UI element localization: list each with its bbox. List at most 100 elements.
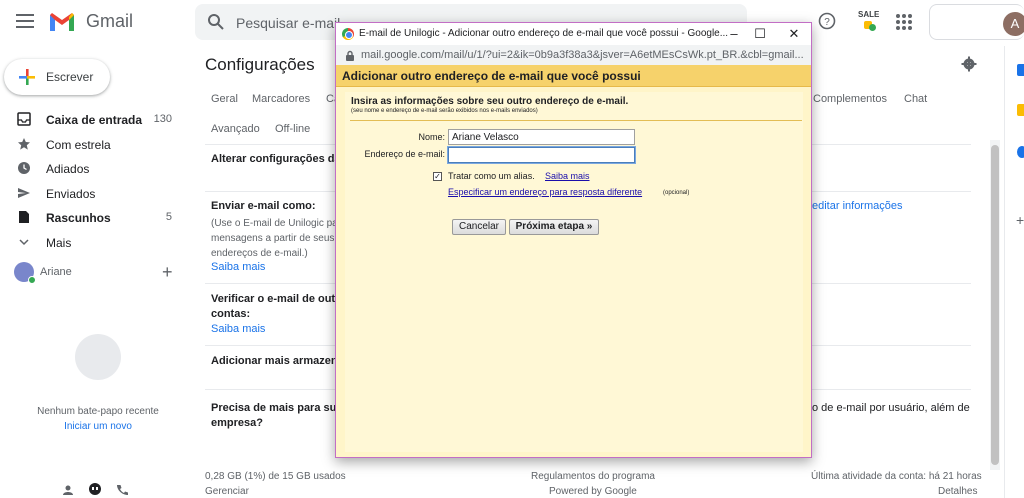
alias-label: Tratar como um alias. xyxy=(448,171,535,181)
sale-badge-text: SALE xyxy=(858,10,880,19)
sidebar-item-drafts[interactable]: Rascunhos 5 xyxy=(0,206,190,230)
popup-body: Adicionar outro endereço de e-mail que v… xyxy=(336,65,811,457)
learn-more-link[interactable]: Saiba mais xyxy=(211,261,265,273)
phone-icon[interactable] xyxy=(116,484,128,496)
chrome-icon xyxy=(342,28,354,40)
storage-usage: 0,28 GB (1%) de 15 GB usados xyxy=(205,471,346,482)
tab-labels[interactable]: Marcadores xyxy=(252,93,310,105)
app-name: Gmail xyxy=(86,11,134,31)
apps-grid-icon[interactable] xyxy=(896,14,912,30)
add-email-form: Insira as informações sobre seu outro en… xyxy=(345,92,803,452)
tab-advanced[interactable]: Avançado xyxy=(211,123,260,135)
inbox-icon xyxy=(17,112,31,126)
calendar-icon[interactable] xyxy=(1017,64,1024,76)
need-more-heading: empresa? xyxy=(211,417,263,429)
send-icon xyxy=(18,188,30,198)
reply-to-link[interactable]: Especificar um endereço para resposta di… xyxy=(448,187,642,197)
scrollbar-thumb[interactable] xyxy=(991,145,999,465)
send-as-desc: (Use o E-mail de Unilogic par xyxy=(211,218,342,229)
popup-header: Adicionar outro endereço de e-mail que v… xyxy=(336,65,811,87)
powered-by: Powered by Google xyxy=(549,486,637,497)
side-panel-rail: + xyxy=(1004,46,1024,498)
maximize-icon[interactable]: ☐ xyxy=(752,26,768,42)
sidebar-item-label: Caixa de entrada xyxy=(46,113,143,127)
form-heading: Insira as informações sobre seu outro en… xyxy=(351,96,629,107)
learn-more-link[interactable]: Saiba mais xyxy=(211,323,265,335)
tab-offline[interactable]: Off-line xyxy=(275,123,310,135)
close-icon[interactable]: ✕ xyxy=(786,26,802,42)
draft-icon xyxy=(19,211,29,223)
popup-url-bar[interactable]: mail.google.com/mail/u/1/?ui=2&ik=0b9a3f… xyxy=(336,45,811,65)
last-activity: Última atividade da conta: há 21 horas xyxy=(811,471,982,482)
sidebar-item-label: Com estrela xyxy=(46,138,111,152)
minimize-icon[interactable]: – xyxy=(726,26,742,42)
page-title: Configurações xyxy=(205,55,315,74)
email-field[interactable] xyxy=(448,147,635,163)
chat-user-row[interactable]: Ariane + xyxy=(14,262,184,284)
name-field[interactable] xyxy=(448,129,635,145)
popup-url[interactable]: mail.google.com/mail/u/1/?ui=2&ik=0b9a3f… xyxy=(361,49,804,61)
svg-text:?: ? xyxy=(824,17,830,28)
account-avatar[interactable]: A xyxy=(1003,12,1024,36)
chevron-down-icon xyxy=(19,239,29,246)
verify-heading: Verificar o e-mail de outr xyxy=(211,293,340,305)
manage-storage-link[interactable]: Gerenciar xyxy=(205,486,249,497)
popup-heading: Adicionar outro endereço de e-mail que v… xyxy=(342,69,641,83)
chat-user-name: Ariane xyxy=(40,266,72,278)
person-icon[interactable] xyxy=(62,484,74,496)
email-label: Endereço de e-mail: xyxy=(364,149,445,159)
compose-label: Escrever xyxy=(46,70,94,84)
chat-bubble-icon xyxy=(75,334,121,380)
tasks-icon[interactable] xyxy=(1017,146,1024,158)
plus-icon xyxy=(19,69,35,85)
popup-titlebar[interactable]: E-mail de Unilogic - Adicionar outro end… xyxy=(336,23,811,45)
start-chat-link[interactable]: Iniciar um novo xyxy=(0,421,196,432)
search-icon[interactable] xyxy=(207,13,225,31)
sidebar-item-snoozed[interactable]: Adiados xyxy=(0,157,190,181)
sidebar-item-sent[interactable]: Enviados xyxy=(0,182,190,206)
details-link[interactable]: Detalhes xyxy=(938,486,977,497)
gear-icon[interactable] xyxy=(961,56,977,72)
add-email-popup-window: E-mail de Unilogic - Adicionar outro end… xyxy=(335,22,812,458)
gmail-logo-icon[interactable] xyxy=(48,11,76,33)
alias-learn-more-link[interactable]: Saiba mais xyxy=(545,171,590,181)
sidebar-item-inbox[interactable]: Caixa de entrada 130 xyxy=(0,108,190,132)
need-more-desc: o de e-mail por usuário, além de xyxy=(812,402,970,414)
send-as-desc: endereços de e-mail.) xyxy=(211,248,308,259)
keep-icon[interactable] xyxy=(1017,104,1024,116)
edit-info-link[interactable]: editar informações xyxy=(812,200,903,212)
send-as-heading: Enviar e-mail como: xyxy=(211,200,316,212)
add-chat-icon[interactable]: + xyxy=(162,262,173,283)
compose-button[interactable]: Escrever xyxy=(4,59,110,95)
chat-empty-text: Nenhum bate-papo recente xyxy=(37,406,159,417)
verify-heading: contas: xyxy=(211,308,251,320)
sidebar-item-label: Adiados xyxy=(46,162,90,176)
search-input[interactable]: Pesquisar e-mail xyxy=(236,15,340,31)
sale-badge[interactable]: SALE xyxy=(854,8,882,34)
sidebar-item-label: Mais xyxy=(46,236,72,250)
lock-icon xyxy=(346,50,354,61)
sidebar-item-count: 5 xyxy=(165,211,172,223)
sidebar-item-starred[interactable]: Com estrela xyxy=(0,133,190,157)
tab-chat[interactable]: Chat xyxy=(904,93,927,105)
cancel-button[interactable]: Cancelar xyxy=(452,219,506,235)
form-subheading: (seu nome e endereço de e-mail serão exi… xyxy=(351,108,538,114)
sidebar-item-more[interactable]: Mais xyxy=(0,231,190,255)
add-addon-icon[interactable]: + xyxy=(1016,212,1024,228)
tab-general[interactable]: Geral xyxy=(211,93,238,105)
star-icon xyxy=(18,138,30,150)
storage-heading: Adicionar mais armazena xyxy=(211,355,344,367)
tab-addons[interactable]: Complementos xyxy=(813,93,887,105)
hangouts-icon[interactable] xyxy=(88,483,102,497)
program-policies-link[interactable]: Regulamentos do programa xyxy=(531,471,655,482)
name-label: Nome: xyxy=(418,132,445,142)
change-settings-heading: Alterar configurações da xyxy=(211,153,341,165)
help-icon[interactable]: ? xyxy=(818,12,836,30)
optional-note: (opcional) xyxy=(663,190,690,196)
divider xyxy=(350,120,802,121)
sidebar-item-label: Enviados xyxy=(46,187,96,201)
next-step-button[interactable]: Próxima etapa » xyxy=(509,219,599,235)
alias-checkbox[interactable]: ✓ xyxy=(433,172,442,181)
main-menu-icon[interactable] xyxy=(16,14,34,28)
online-status-icon xyxy=(28,276,36,284)
